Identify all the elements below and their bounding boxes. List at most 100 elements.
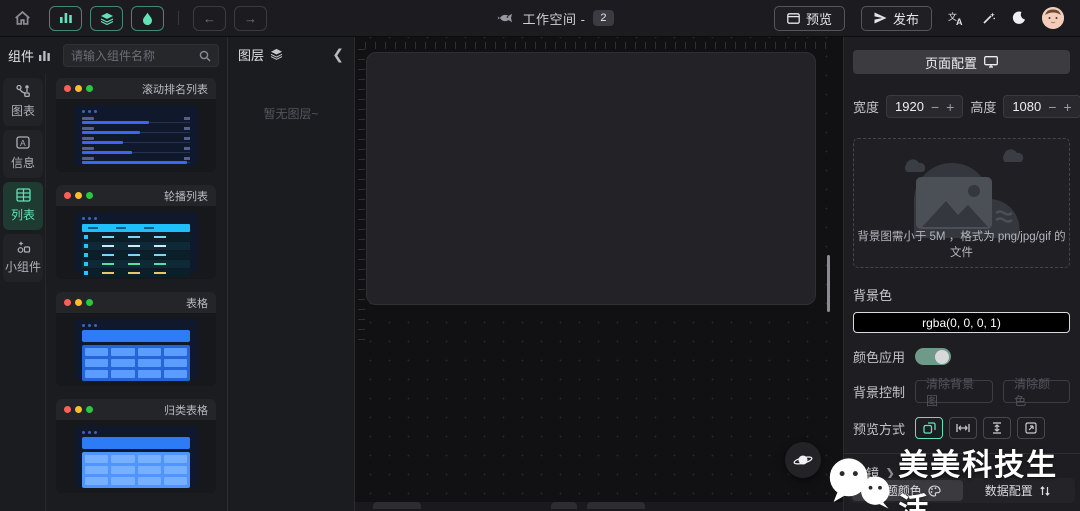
- bg-color-swatch[interactable]: rgba(0, 0, 0, 1): [853, 312, 1070, 333]
- bg-control-label: 背景控制: [853, 385, 906, 400]
- preview-full-button[interactable]: [1017, 417, 1046, 439]
- card-title: 滚动排名列表: [142, 83, 208, 96]
- layers-icon: [270, 48, 283, 60]
- home-icon[interactable]: [14, 10, 31, 26]
- height-increment-button[interactable]: +: [1063, 100, 1071, 114]
- planet-float-button[interactable]: [785, 442, 821, 478]
- height-decrement-button[interactable]: −: [1048, 100, 1056, 114]
- carousel-list-thumbnail: [74, 212, 198, 277]
- undo-button[interactable]: ←: [193, 5, 226, 31]
- preview-fit-height-button[interactable]: [983, 417, 1012, 439]
- canvas-area[interactable]: [355, 37, 843, 511]
- theme-tool-button[interactable]: [131, 5, 164, 31]
- category-widgets[interactable]: 小组件: [3, 234, 43, 282]
- components-panel-header: 组件: [0, 37, 227, 74]
- component-card-carousel-list[interactable]: 轮播列表: [56, 185, 216, 279]
- card-preview: [56, 420, 216, 493]
- clear-background-image-button[interactable]: 清除背景图: [915, 377, 994, 408]
- card-title: 归类表格: [164, 404, 208, 417]
- preview-mode-label: 预览方式: [853, 421, 906, 437]
- app-root: ← → 工作空间 - 2 预览 发布 文A 组件 请输入组件名称 图表 A 信息…: [0, 0, 1080, 511]
- component-card-scroll-rank-list[interactable]: 滚动排名列表: [56, 78, 216, 172]
- width-increment-button[interactable]: +: [946, 100, 954, 114]
- layers-empty-text: 暂无图层~: [263, 107, 319, 121]
- canvas-vertical-scrollbar[interactable]: [827, 255, 830, 312]
- traffic-dot-yellow: [75, 192, 82, 199]
- card-header: 轮播列表: [56, 185, 216, 206]
- bottom-bar-button[interactable]: [373, 502, 421, 509]
- preview-fit-button[interactable]: [915, 417, 944, 439]
- traffic-dot-green: [86, 85, 93, 92]
- background-upload-dropzone[interactable]: 背景图需小于 5M ，格式为 png/jpg/gif 的文件: [853, 138, 1070, 268]
- height-value[interactable]: 1080: [1012, 99, 1041, 114]
- color-apply-toggle[interactable]: [915, 348, 952, 365]
- height-stepper[interactable]: 1080 − +: [1003, 95, 1080, 118]
- page-config-button[interactable]: 页面配置: [853, 50, 1070, 74]
- bottom-bar-button[interactable]: [551, 502, 577, 509]
- magic-wand-icon[interactable]: [981, 11, 996, 26]
- traffic-dot-red: [64, 192, 71, 199]
- bg-color-label: 背景色: [853, 288, 893, 303]
- chart-tool-button[interactable]: [49, 5, 82, 31]
- page-config-panel: 页面配置 宽度 1920 − + 高度 1080 − + 背景图需小于 5M ，…: [843, 37, 1080, 511]
- language-icon[interactable]: 文A: [948, 11, 965, 26]
- tab-data-config[interactable]: 数据配置: [963, 480, 1074, 501]
- category-charts[interactable]: 图表: [3, 78, 43, 126]
- width-decrement-button[interactable]: −: [931, 100, 939, 114]
- traffic-dot-yellow: [75, 406, 82, 413]
- dark-mode-moon-icon[interactable]: [1012, 11, 1026, 25]
- rank-list-thumbnail: [74, 105, 198, 166]
- workspace-count-badge: 2: [593, 10, 614, 26]
- theme-tab-label: 主题颜色: [873, 484, 922, 498]
- tab-theme-color[interactable]: 主题颜色: [852, 480, 963, 501]
- page-config-label: 页面配置: [924, 55, 977, 71]
- card-preview: [56, 313, 216, 386]
- component-search-input[interactable]: [71, 48, 199, 63]
- ruler-vertical: [358, 49, 365, 349]
- bg-color-value: rgba(0, 0, 0, 1): [922, 315, 1001, 330]
- artboard[interactable]: [366, 52, 816, 305]
- component-card-list: 滚动排名列表 轮播列表 表格 归类表格: [46, 74, 228, 511]
- component-search-box[interactable]: [63, 44, 219, 67]
- publish-label: 发布: [892, 11, 919, 27]
- dimensions-row: 宽度 1920 − + 高度 1080 − +: [853, 95, 1080, 118]
- layers-title: 图层: [238, 47, 265, 63]
- toolbar-right: 预览 发布 文A: [750, 5, 1080, 31]
- upload-hint-text: 背景图需小于 5M ，格式为 png/jpg/gif 的文件: [857, 231, 1066, 259]
- preview-fit-width-button[interactable]: [949, 417, 978, 439]
- workspace-title: 工作空间 -: [522, 11, 586, 27]
- preview-label: 预览: [805, 11, 832, 27]
- palette-icon: [928, 484, 941, 497]
- redo-button[interactable]: →: [234, 5, 267, 31]
- card-header: 滚动排名列表: [56, 78, 216, 99]
- svg-text:A: A: [956, 17, 963, 26]
- color-apply-label: 颜色应用: [853, 350, 906, 365]
- preview-mode-row: 预览方式: [853, 417, 1070, 439]
- category-info[interactable]: A 信息: [3, 130, 43, 178]
- preview-button[interactable]: 预览: [773, 5, 845, 31]
- components-panel: 组件 图表 A 信息: [0, 37, 228, 511]
- category-info-label: 信息: [10, 156, 35, 170]
- layers-tool-button[interactable]: [90, 5, 123, 31]
- width-label: 宽度: [853, 100, 880, 115]
- planet-icon: [793, 455, 813, 465]
- clear-color-button[interactable]: 清除颜色: [1003, 377, 1070, 408]
- component-card-table[interactable]: 表格: [56, 292, 216, 386]
- bottom-bar-button[interactable]: [587, 502, 645, 509]
- width-value[interactable]: 1920: [895, 99, 924, 114]
- top-bar: ← → 工作空间 - 2 预览 发布 文A: [0, 0, 1080, 37]
- component-card-grouped-table[interactable]: 归类表格: [56, 399, 216, 493]
- traffic-dot-yellow: [75, 85, 82, 92]
- width-stepper[interactable]: 1920 − +: [886, 95, 964, 118]
- layers-panel-header: 图层 ❮: [228, 37, 354, 71]
- browser-icon: [787, 12, 800, 24]
- publish-button[interactable]: 发布: [860, 5, 932, 31]
- category-list[interactable]: 列表: [3, 182, 43, 230]
- components-title-text: 组件: [8, 49, 35, 64]
- collapse-layers-chevron[interactable]: ❮: [332, 46, 344, 63]
- card-title: 轮播列表: [164, 190, 208, 203]
- layers-panel: 图层 ❮ 暂无图层~: [228, 37, 355, 511]
- components-panel-title: 组件: [8, 46, 51, 65]
- user-avatar[interactable]: [1042, 7, 1064, 29]
- widgets-category-icon: [16, 240, 31, 254]
